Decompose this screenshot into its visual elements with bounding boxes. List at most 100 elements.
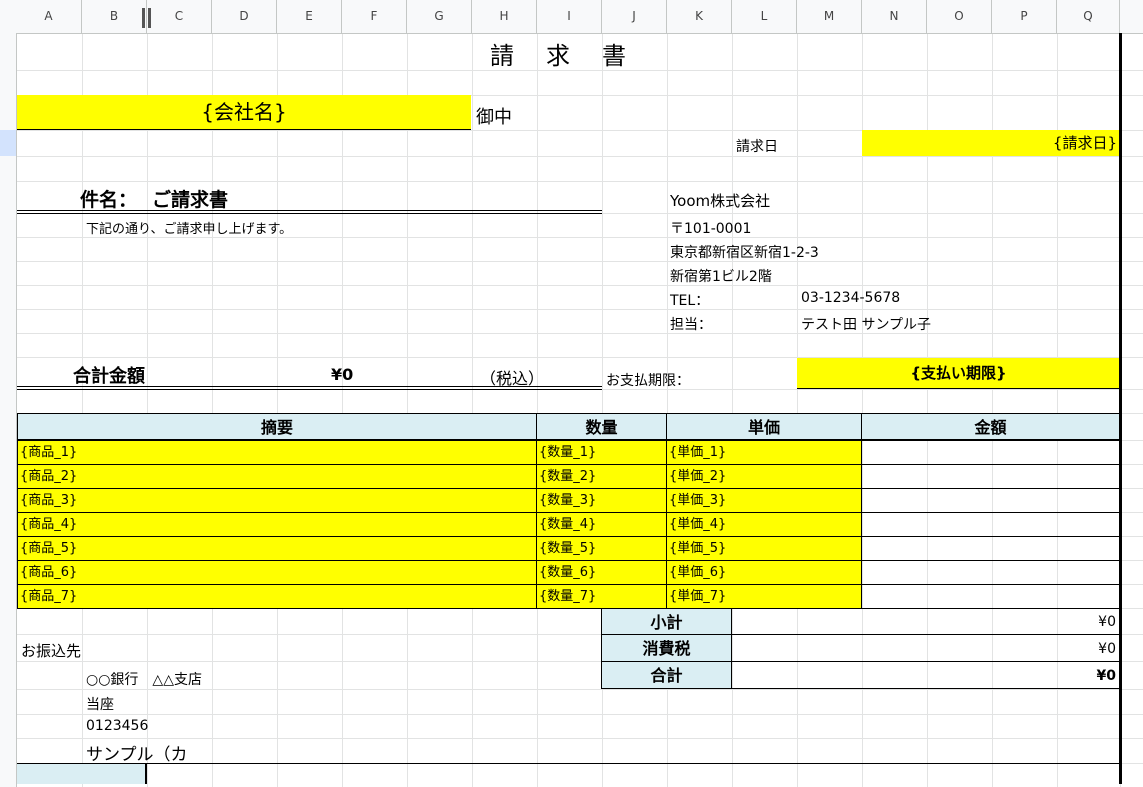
selected-row-indicator[interactable]	[0, 130, 16, 156]
gridline	[82, 33, 83, 787]
gridline	[472, 33, 473, 787]
amount-cell[interactable]	[861, 536, 1120, 561]
column-header-b[interactable]: B	[82, 0, 147, 33]
due-date-cell[interactable]: {支払い期限}	[797, 358, 1120, 388]
invoice-date-cell[interactable]: {請求日}	[862, 130, 1120, 156]
issuer-address-1: 東京都新宿区新宿1-2-3	[670, 245, 819, 261]
column-header-i[interactable]: I	[537, 0, 602, 33]
gridline	[0, 261, 1143, 262]
item-cell[interactable]: {商品_3}	[17, 488, 537, 513]
issuer-address-2: 新宿第1ビル2階	[670, 269, 772, 285]
gridline	[0, 333, 1143, 334]
account-holder: サンプル（カ	[86, 745, 188, 765]
price-cell[interactable]: {単価_4}	[666, 512, 862, 537]
company-name-cell[interactable]: {会社名}	[17, 95, 471, 129]
amount-cell[interactable]	[861, 584, 1120, 609]
qty-cell[interactable]: {数量_4}	[536, 512, 667, 537]
due-date-label: お支払期限：	[606, 373, 690, 389]
column-header-q[interactable]: Q	[1057, 0, 1120, 33]
item-cell[interactable]: {商品_1}	[17, 440, 537, 465]
honorific-text: 御中	[476, 107, 512, 128]
column-resize-handle[interactable]	[142, 8, 145, 28]
gridline	[212, 33, 213, 787]
price-column-header: 単価	[666, 413, 862, 440]
amount-cell[interactable]	[861, 440, 1120, 465]
subject-label: 件名：	[80, 189, 138, 211]
gridline	[0, 714, 1143, 715]
price-cell[interactable]: {単価_3}	[666, 488, 862, 513]
subtotal-label: 小計	[601, 608, 732, 635]
column-header-p[interactable]: P	[992, 0, 1057, 33]
amount-cell[interactable]	[861, 488, 1120, 513]
qty-cell[interactable]: {数量_7}	[536, 584, 667, 609]
item-cell[interactable]: {商品_7}	[17, 584, 537, 609]
total-amount-label: 合計金額	[73, 366, 145, 387]
account-number: 0123456	[86, 718, 149, 734]
gridline	[0, 285, 1143, 286]
item-cell[interactable]: {商品_6}	[17, 560, 537, 585]
column-header-o[interactable]: O	[927, 0, 992, 33]
border-line	[17, 763, 1120, 764]
issuer-contact-value: テスト田 サンプル子	[801, 317, 932, 333]
gridline	[0, 156, 1143, 157]
gridline	[537, 33, 538, 787]
border-line	[145, 764, 147, 784]
qty-column-header: 数量	[536, 413, 667, 440]
column-header-g[interactable]: G	[407, 0, 472, 33]
column-header-m[interactable]: M	[797, 0, 862, 33]
column-resize-handle[interactable]	[148, 8, 151, 28]
issuer-tel-label: TEL：	[670, 293, 710, 309]
column-header-l[interactable]: L	[732, 0, 797, 33]
price-cell[interactable]: {単価_7}	[666, 584, 862, 609]
gridline	[0, 181, 1143, 182]
amount-cell[interactable]	[861, 512, 1120, 537]
total-underline	[17, 386, 602, 387]
price-cell[interactable]: {単価_1}	[666, 440, 862, 465]
total-underline	[17, 389, 602, 390]
footer-cell[interactable]	[17, 764, 146, 784]
qty-cell[interactable]: {数量_6}	[536, 560, 667, 585]
gridline	[0, 237, 1143, 238]
column-header-n[interactable]: N	[862, 0, 927, 33]
qty-cell[interactable]: {数量_5}	[536, 536, 667, 561]
gridline	[0, 689, 1143, 690]
column-header-c[interactable]: C	[147, 0, 212, 33]
column-header-h[interactable]: H	[472, 0, 537, 33]
grand-total-value[interactable]: ¥0	[731, 661, 1120, 689]
tax-value[interactable]: ¥0	[731, 634, 1120, 662]
invoice-date-label: 請求日	[736, 139, 778, 155]
column-header-j[interactable]: J	[602, 0, 667, 33]
due-date-underline	[797, 388, 1120, 389]
qty-cell[interactable]: {数量_3}	[536, 488, 667, 513]
issuer-contact-label: 担当：	[670, 317, 712, 333]
gridline	[0, 309, 1143, 310]
bank-transfer-label: お振込先	[21, 642, 82, 660]
qty-cell[interactable]: {数量_1}	[536, 440, 667, 465]
amount-cell[interactable]	[861, 464, 1120, 489]
gridline	[342, 33, 343, 787]
subject-underline	[17, 213, 602, 214]
bank-name: ○○銀行 △△支店	[86, 672, 202, 688]
spreadsheet-grid[interactable]: ABCDEFGHIJKLMNOPQ 請 求 書 {会社名} 御中 請求日 {請求…	[0, 0, 1143, 787]
column-header-a[interactable]: A	[16, 0, 82, 33]
price-cell[interactable]: {単価_5}	[666, 536, 862, 561]
price-cell[interactable]: {単価_2}	[666, 464, 862, 489]
subject-value[interactable]: ご請求書	[152, 185, 228, 212]
column-header-d[interactable]: D	[212, 0, 277, 33]
amount-cell[interactable]	[861, 560, 1120, 585]
column-header-f[interactable]: F	[342, 0, 407, 33]
gridline	[0, 738, 1143, 739]
price-cell[interactable]: {単価_6}	[666, 560, 862, 585]
gridline	[407, 33, 408, 787]
item-column-header: 摘要	[17, 413, 537, 440]
item-cell[interactable]: {商品_2}	[17, 464, 537, 489]
column-header-k[interactable]: K	[667, 0, 732, 33]
column-header-e[interactable]: E	[277, 0, 342, 33]
subtotal-value[interactable]: ¥0	[731, 608, 1120, 635]
item-cell[interactable]: {商品_4}	[17, 512, 537, 537]
page-break-line	[1119, 33, 1122, 784]
issuer-postal: 〒101-0001	[670, 221, 752, 237]
qty-cell[interactable]: {数量_2}	[536, 464, 667, 489]
item-cell[interactable]: {商品_5}	[17, 536, 537, 561]
total-amount-value[interactable]: ¥0	[331, 365, 353, 384]
